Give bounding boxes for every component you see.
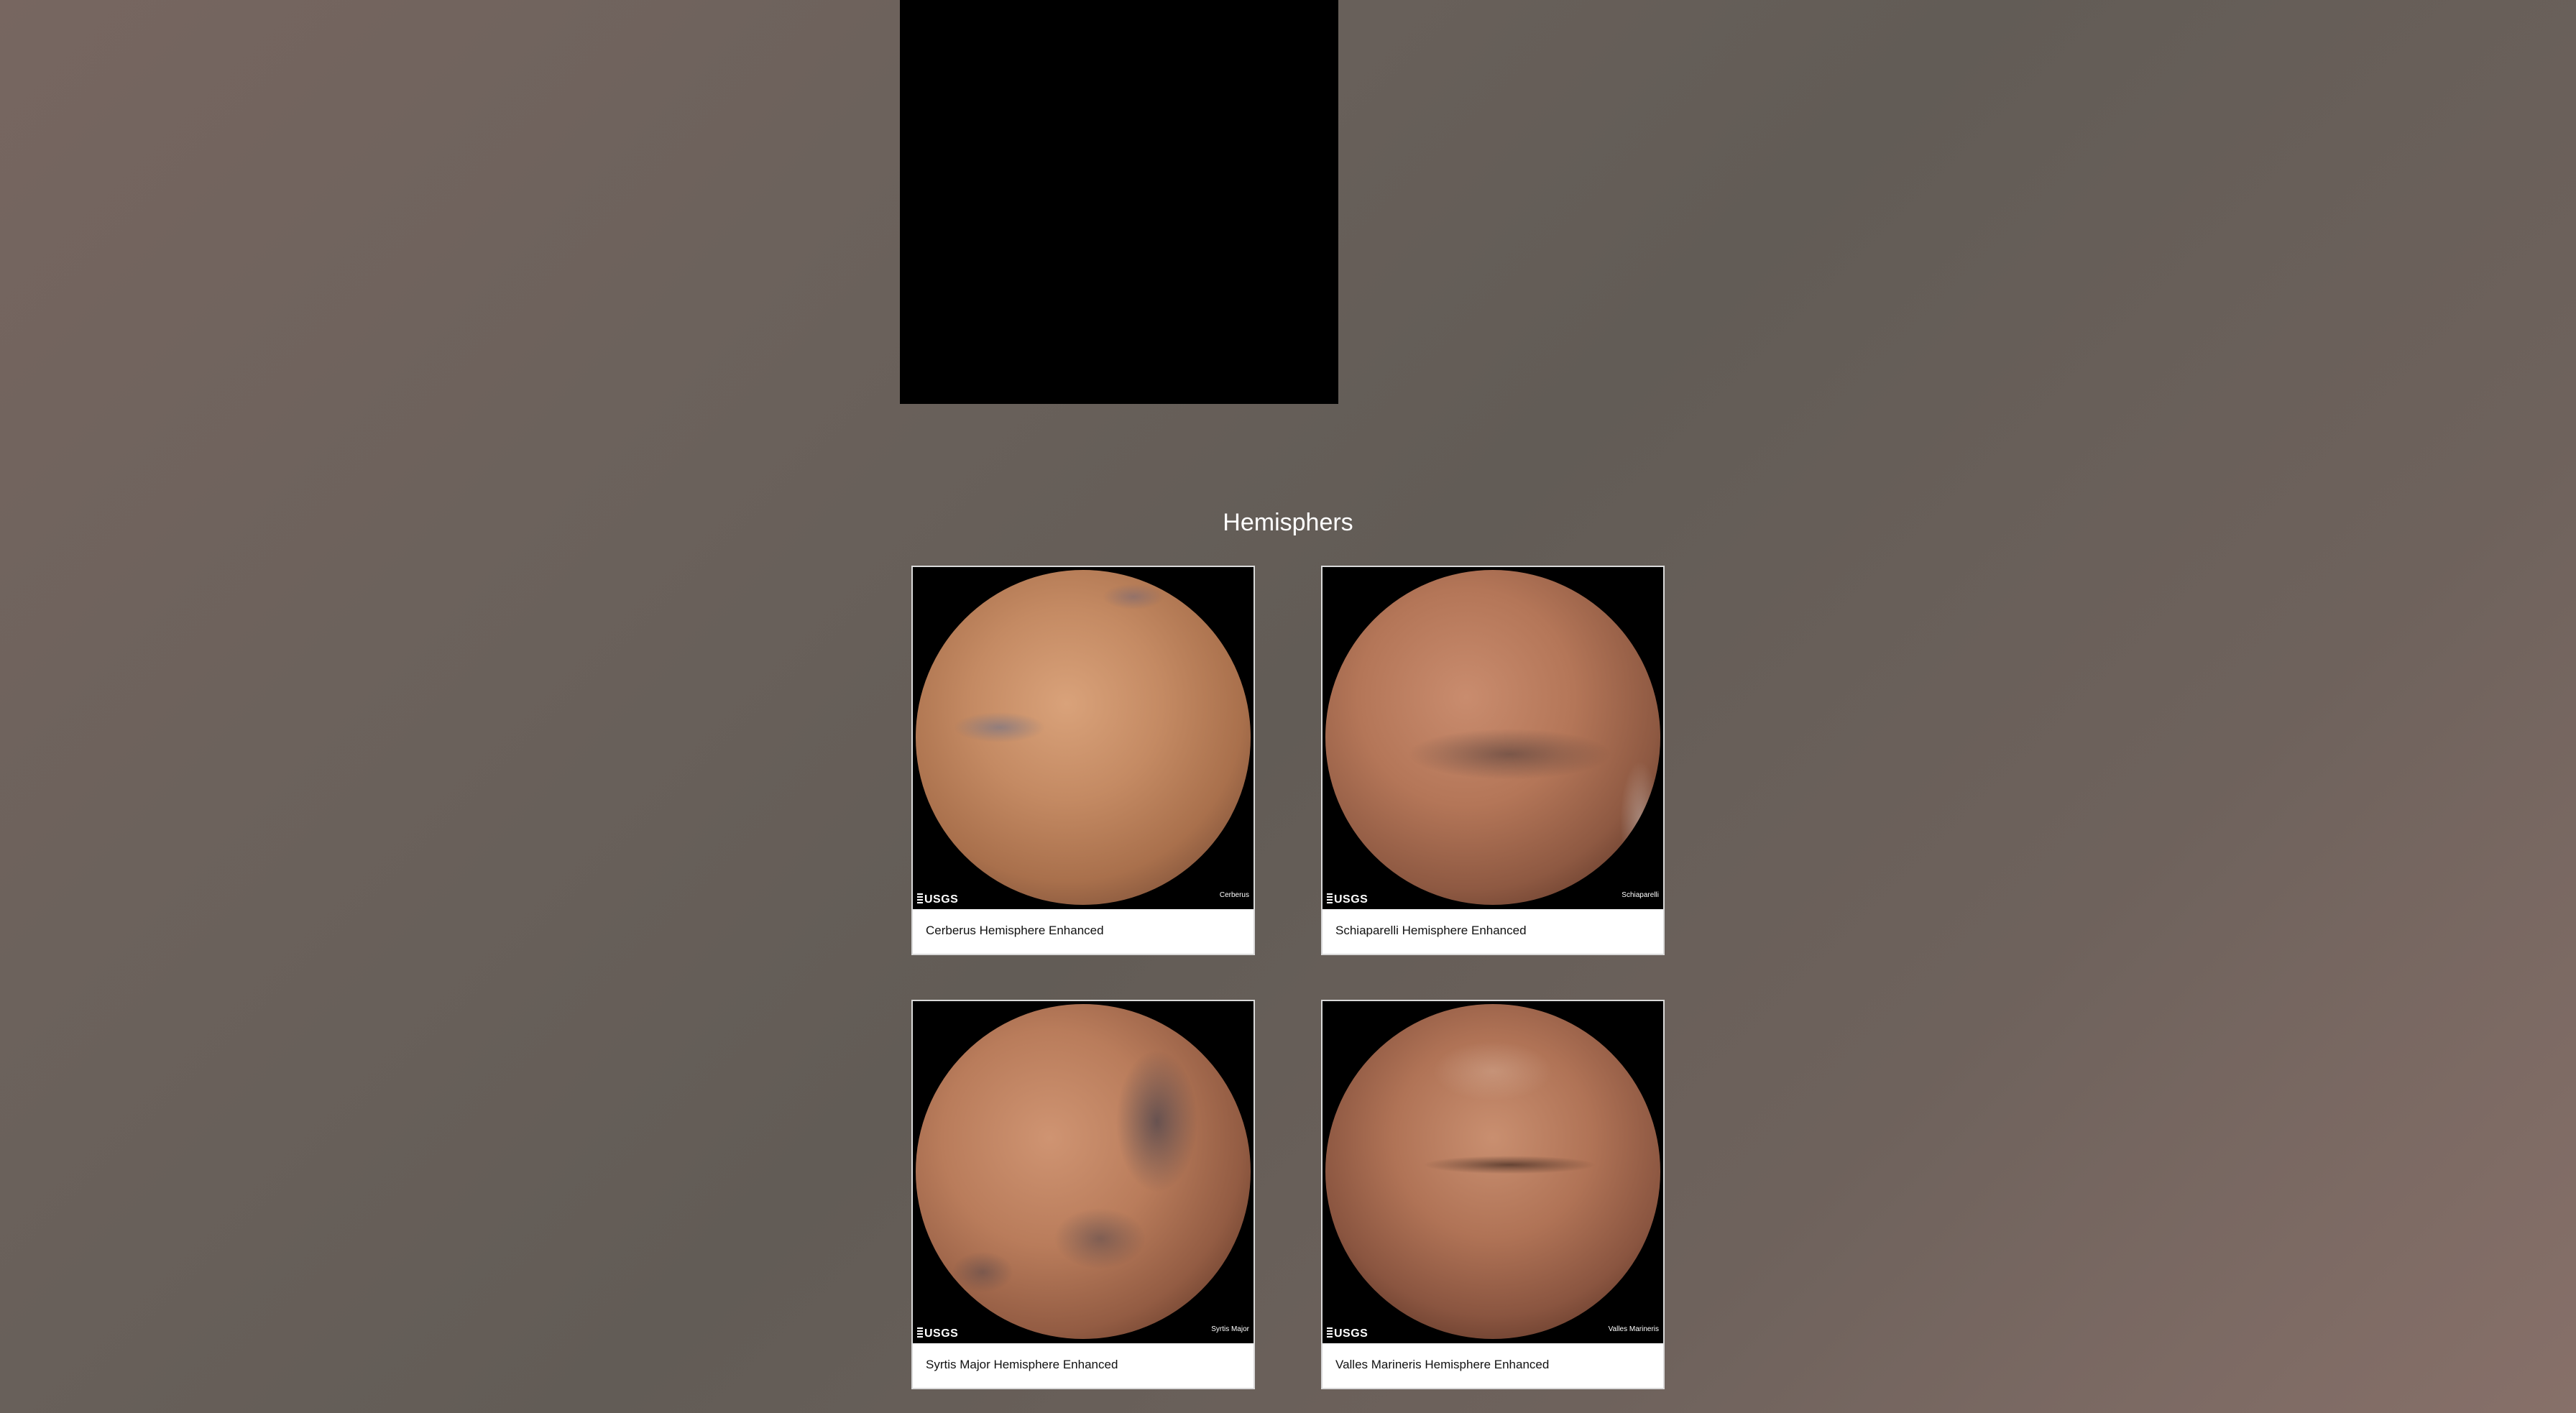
featured-mars-image [900,0,1338,404]
hemisphere-image-cerberus[interactable]: USGS Cerberus [913,567,1254,909]
hemisphere-image-valles-marineris[interactable]: USGS Valles Marineris [1322,1001,1663,1343]
usgs-logo: USGS [917,893,958,906]
usgs-logo: USGS [917,1327,958,1340]
image-label: Syrtis Major [1211,1325,1249,1333]
image-label: Valles Marineris [1608,1325,1659,1333]
hemisphere-image-schiaparelli[interactable]: USGS Schiaparelli [1322,567,1663,909]
hemisphere-caption[interactable]: Valles Marineris Hemisphere Enhanced [1335,1358,1549,1372]
hemisphere-caption[interactable]: Schiaparelli Hemisphere Enhanced [1335,924,1527,938]
usgs-logo: USGS [1327,893,1368,906]
usgs-logo: USGS [1327,1327,1368,1340]
hemisphere-caption[interactable]: Syrtis Major Hemisphere Enhanced [926,1358,1118,1372]
hemisphere-card-cerberus[interactable]: USGS Cerberus Cerberus Hemisphere Enhanc… [911,566,1255,955]
hemisphere-caption[interactable]: Cerberus Hemisphere Enhanced [926,924,1104,938]
hemisphere-card-syrtis-major[interactable]: USGS Syrtis Major Syrtis Major Hemispher… [911,1000,1255,1389]
image-label: Cerberus [1219,891,1249,899]
image-label: Schiaparelli [1622,891,1659,899]
hemisphere-image-syrtis-major[interactable]: USGS Syrtis Major [913,1001,1254,1343]
hemisphere-card-schiaparelli[interactable]: USGS Schiaparelli Schiaparelli Hemispher… [1321,566,1665,955]
hemisphere-card-valles-marineris[interactable]: USGS Valles Marineris Valles Marineris H… [1321,1000,1665,1389]
hemispheres-title: Hemisphers [1223,509,1353,536]
